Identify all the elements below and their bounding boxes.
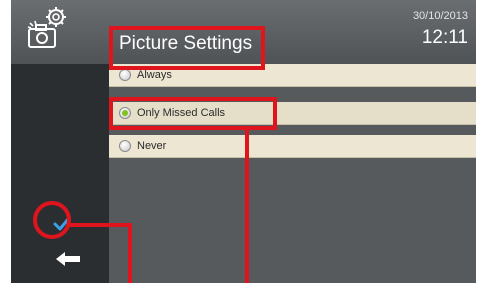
back-arrow-icon[interactable] bbox=[56, 252, 82, 266]
option-never[interactable]: Never bbox=[109, 135, 476, 158]
check-highlight-circle bbox=[33, 201, 71, 239]
date-display: 30/10/2013 bbox=[412, 10, 468, 22]
annotation-line bbox=[245, 130, 249, 283]
radio-button[interactable] bbox=[119, 69, 131, 81]
sidebar bbox=[11, 64, 109, 283]
option-label: Always bbox=[137, 69, 172, 81]
option-label: Never bbox=[137, 140, 167, 152]
title-highlight-box bbox=[109, 26, 265, 70]
time-display: 12:11 bbox=[421, 27, 468, 48]
radio-button[interactable] bbox=[119, 140, 131, 152]
annotation-line bbox=[70, 223, 132, 227]
camera-settings-icon bbox=[27, 7, 66, 48]
annotation-line bbox=[128, 223, 132, 283]
option-highlight-box bbox=[109, 97, 277, 130]
